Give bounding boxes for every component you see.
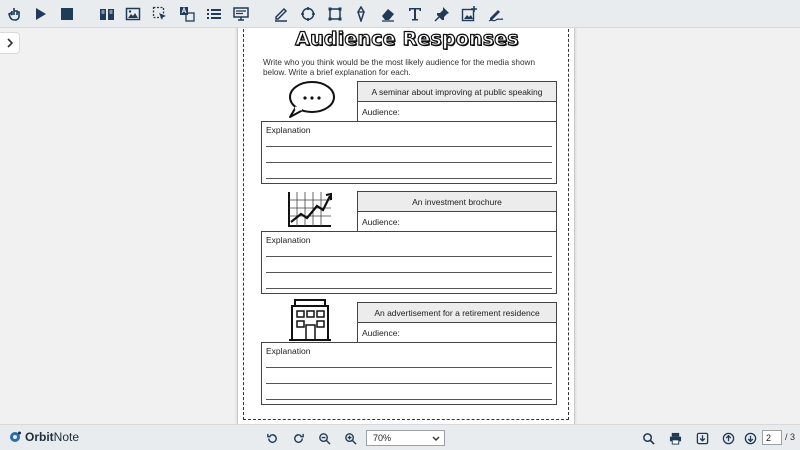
writing-line (266, 256, 552, 257)
media-label: A seminar about improving at public spea… (358, 82, 556, 102)
speech-bubble-icon (280, 78, 340, 122)
list-icon[interactable] (204, 4, 224, 24)
writing-line (266, 288, 552, 289)
chevron-down-icon (432, 436, 440, 441)
explanation-box[interactable]: Explanation (261, 342, 557, 405)
eraser-icon[interactable] (378, 4, 398, 24)
media-label: An advertisement for a retirement reside… (358, 303, 556, 323)
hand-pointer-icon[interactable] (5, 4, 25, 24)
media-label: An investment brochure (358, 192, 556, 212)
writing-line (266, 383, 552, 384)
print-icon[interactable] (667, 430, 683, 446)
text-icon[interactable] (405, 4, 425, 24)
download-icon[interactable] (694, 430, 710, 446)
worksheet-title: Audience Responses (295, 28, 520, 51)
chart-growth-icon (280, 188, 340, 232)
audience-field[interactable]: Audience: (358, 212, 556, 231)
explanation-label: Explanation (266, 235, 311, 245)
rotate-right-icon[interactable] (290, 430, 306, 446)
signature-icon[interactable] (486, 4, 506, 24)
brand-name: OrbitNote (25, 430, 80, 444)
select-icon[interactable] (150, 4, 170, 24)
page-number-input[interactable]: 2 (762, 430, 782, 445)
zoom-value: 70% (373, 433, 392, 443)
document-viewport[interactable]: Audience Responses Write who you think w… (0, 28, 800, 424)
move-icon[interactable] (298, 4, 318, 24)
rotate-left-icon[interactable] (264, 430, 280, 446)
page-total: / 3 (785, 432, 796, 442)
search-icon[interactable] (640, 430, 656, 446)
writing-line (266, 272, 552, 273)
orbit-logo-icon (10, 431, 21, 442)
previous-page-icon[interactable] (720, 430, 736, 446)
book-icon[interactable] (97, 4, 117, 24)
writing-line (266, 178, 552, 179)
next-page-icon[interactable] (742, 430, 758, 446)
worksheet-border: Audience Responses Write who you think w… (243, 28, 569, 420)
media-box: An advertisement for a retirement reside… (357, 302, 557, 343)
document-page: Audience Responses Write who you think w… (237, 28, 575, 424)
stop-icon[interactable] (57, 4, 77, 24)
building-icon (280, 297, 340, 343)
crop-icon[interactable] (325, 4, 345, 24)
bottom-toolbar: OrbitNote 70% 2 / 3 (0, 424, 800, 450)
presentation-icon[interactable] (231, 4, 251, 24)
pen-icon[interactable] (271, 4, 291, 24)
writing-line (266, 146, 552, 147)
pencil-icon[interactable] (351, 4, 371, 24)
audience-field[interactable]: Audience: (358, 323, 556, 342)
explanation-label: Explanation (266, 346, 311, 356)
media-box: A seminar about improving at public spea… (357, 81, 557, 122)
writing-line (266, 399, 552, 400)
zoom-out-icon[interactable] (316, 430, 332, 446)
writing-line (266, 162, 552, 163)
zoom-in-icon[interactable] (342, 430, 358, 446)
image-icon[interactable] (123, 4, 143, 24)
media-box: An investment brochure Audience: (357, 191, 557, 232)
zoom-select[interactable]: 70% (366, 430, 445, 446)
translate-icon[interactable] (177, 4, 197, 24)
writing-line (266, 367, 552, 368)
brand-logo: OrbitNote (8, 430, 79, 444)
play-icon[interactable] (30, 4, 50, 24)
add-image-icon[interactable] (459, 4, 479, 24)
audience-field[interactable]: Audience: (358, 102, 556, 121)
top-toolbar (0, 0, 800, 28)
explanation-label: Explanation (266, 125, 311, 135)
explanation-box[interactable]: Explanation (261, 231, 557, 294)
explanation-box[interactable]: Explanation (261, 121, 557, 184)
pin-icon[interactable] (432, 4, 452, 24)
worksheet-instructions: Write who you think would be the most li… (263, 58, 535, 77)
